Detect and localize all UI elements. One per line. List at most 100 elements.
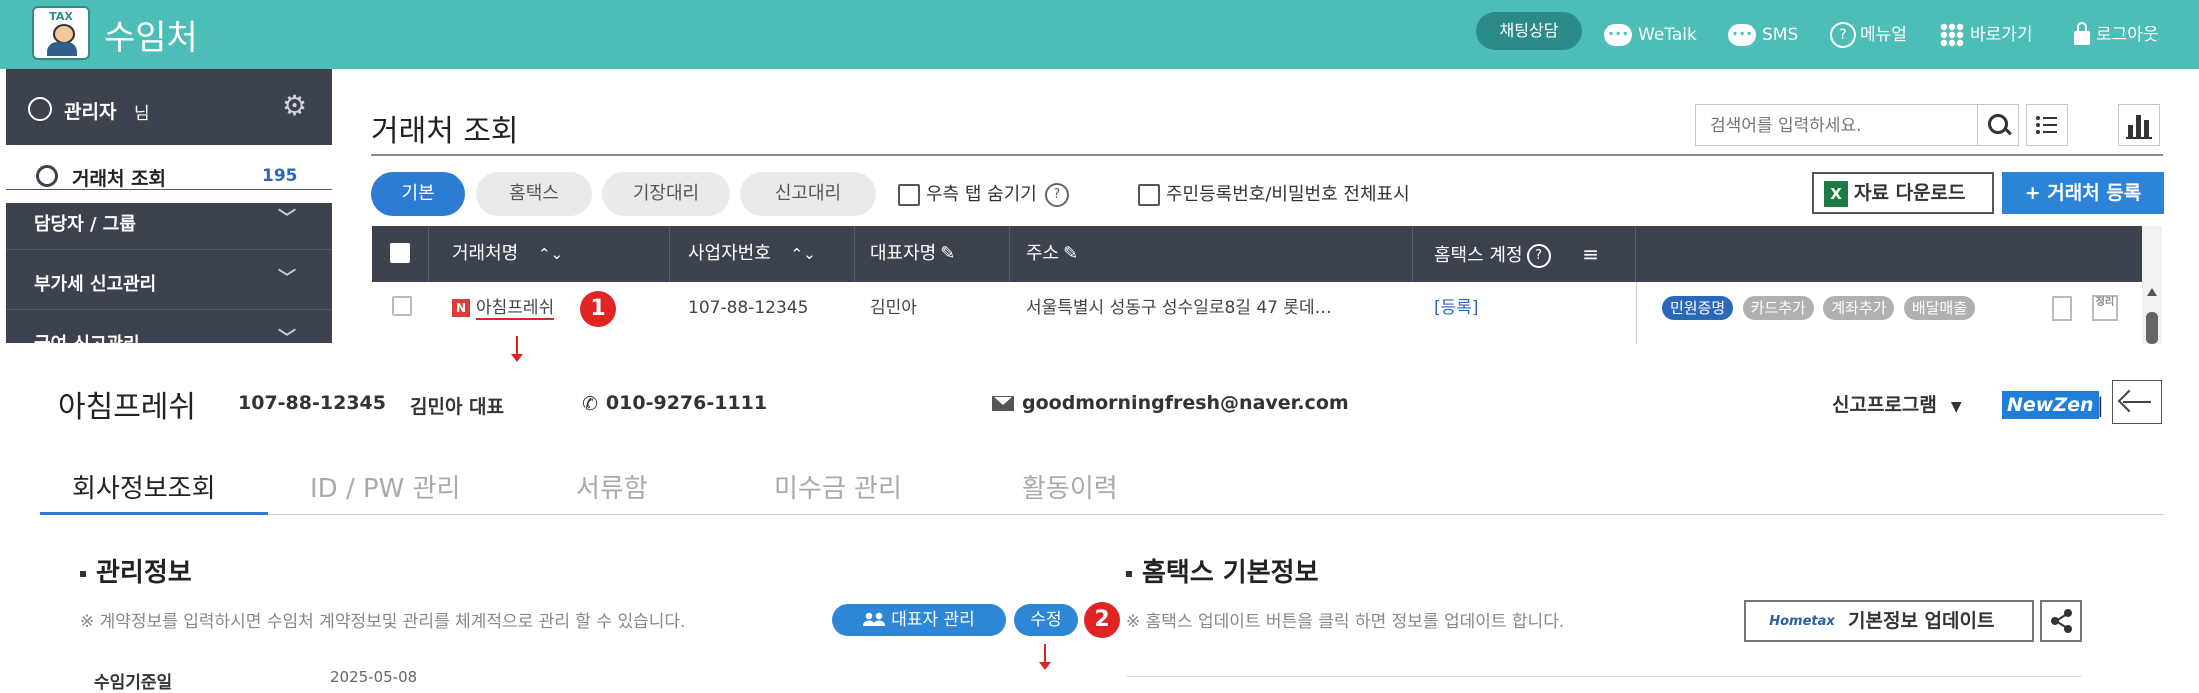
add-client-button[interactable]: + 거래처 등록 bbox=[2002, 172, 2164, 214]
detail-company-name: 아침프레쉬 bbox=[58, 390, 196, 425]
table-header: 거래처명 ⌃⌄ 사업자번호 ⌃⌄ 대표자명 ✎ 주소 ✎ 홈택스 계정? ≡ bbox=[372, 226, 2142, 282]
section-title-text: 홈택스 기본정보 bbox=[1142, 558, 1319, 588]
detail-email-value: goodmorningfresh@naver.com bbox=[1022, 392, 1349, 414]
section-divider bbox=[1126, 676, 2082, 677]
manual-link[interactable]: ? 메뉴얼 bbox=[1830, 18, 1907, 52]
step-badge-1: 1 bbox=[580, 291, 616, 327]
share-button[interactable] bbox=[2040, 600, 2082, 642]
tab-receivables[interactable]: 미수금 관리 bbox=[774, 468, 902, 505]
tab-filing[interactable]: 신고대리 bbox=[740, 172, 876, 216]
title-divider bbox=[371, 154, 2163, 156]
app-logo[interactable]: TAX bbox=[32, 6, 90, 60]
sidebar-menu-vat[interactable]: 부가세 신고관리 ﹀ bbox=[6, 249, 332, 310]
help-circle-icon[interactable]: ? bbox=[1044, 183, 1069, 207]
sidebar: 관리자 님 ⚙ 거래처 조회 195 담당자 / 그룹 ﹀ 부가세 신고관리 ﹀… bbox=[6, 69, 332, 343]
tag-card-add[interactable]: 카드추가 bbox=[1742, 296, 1814, 320]
mail-icon bbox=[992, 396, 1014, 411]
logout-link[interactable]: 로그아웃 bbox=[2074, 18, 2159, 52]
search-icon bbox=[1988, 114, 2008, 134]
tab-company-info[interactable]: 회사정보조회 bbox=[72, 468, 216, 505]
tab-bookkeeping[interactable]: 기장대리 bbox=[602, 172, 730, 216]
admin-name: 관리자 bbox=[64, 101, 117, 123]
help-circle-icon[interactable]: ? bbox=[1526, 244, 1551, 268]
edit-button[interactable]: 수정 bbox=[1014, 604, 1078, 636]
chart-view-button[interactable] bbox=[2118, 104, 2160, 146]
hide-right-tab-label: 우측 탭 숨기기 bbox=[926, 184, 1037, 205]
gear-icon[interactable]: ⚙ bbox=[282, 89, 307, 122]
rep-manage-button[interactable]: 대표자 관리 bbox=[832, 604, 1006, 636]
column-header-hometax[interactable]: 홈택스 계정? ≡ bbox=[1434, 226, 1599, 282]
separator: | bbox=[2097, 393, 2104, 417]
section-title-hometax: 홈택스 기본정보 bbox=[1126, 552, 1319, 589]
arrow-down-icon bbox=[1039, 644, 1051, 670]
chevron-down-icon: ﹀ bbox=[278, 328, 296, 343]
company-name-cell[interactable]: N 아침프레쉬 bbox=[452, 282, 555, 334]
show-all-ids-option[interactable]: 주민등록번호/비밀번호 전체표시 bbox=[1138, 180, 1410, 206]
hometax-update-label: 기본정보 업데이트 bbox=[1848, 610, 1995, 632]
tabs-divider bbox=[40, 514, 2164, 515]
caret-down-icon: ▼ bbox=[1950, 399, 1962, 415]
document-icon[interactable] bbox=[2052, 296, 2072, 321]
address-cell[interactable]: 서울특별시 성동구 성수일로8길 47 롯데… bbox=[1026, 282, 1332, 334]
download-label: 자료 다운로드 bbox=[1854, 182, 1966, 204]
grid-apps-icon bbox=[1940, 23, 1964, 47]
chat-consult-button[interactable]: 채팅상담 bbox=[1476, 12, 1582, 50]
filing-program-dropdown[interactable]: 신고프로그램 ▼ bbox=[1832, 390, 1962, 417]
sidebar-menu-staff-group[interactable]: 담당자 / 그룹 ﹀ bbox=[6, 189, 332, 250]
table-scrollbar[interactable] bbox=[2142, 226, 2162, 344]
sidebar-menu-label: 부가세 신고관리 bbox=[34, 274, 157, 295]
filter-icon[interactable]: ≡ bbox=[1582, 242, 1599, 266]
search-button[interactable] bbox=[1977, 105, 2018, 145]
scroll-up-icon[interactable] bbox=[2147, 288, 2157, 296]
client-count-badge: 195 bbox=[262, 166, 298, 186]
search-box bbox=[1695, 104, 2019, 147]
wetalk-link[interactable]: WeTalk bbox=[1604, 17, 1697, 52]
memo-icon[interactable]: 정리 bbox=[2092, 295, 2118, 321]
tab-activity-log[interactable]: 활동이력 bbox=[1022, 468, 1118, 505]
admin-suffix: 님 bbox=[134, 104, 150, 124]
row-checkbox[interactable] bbox=[392, 296, 412, 316]
hide-right-tab-option[interactable]: 우측 탭 숨기기? bbox=[898, 180, 1069, 207]
table-row[interactable]: N 아침프레쉬 107-88-12345 김민아 서울특별시 성동구 성수일로8길… bbox=[372, 282, 2142, 345]
sidebar-menu-payroll[interactable]: 급여 신고관리 ﹀ bbox=[6, 309, 332, 343]
search-input[interactable] bbox=[1696, 105, 1992, 147]
tag-civil-cert[interactable]: 민원증명 bbox=[1662, 296, 1734, 320]
excel-icon: X bbox=[1824, 180, 1848, 207]
contract-date-value: 2025-05-08 bbox=[330, 668, 418, 686]
hometax-logo: Hometax bbox=[1769, 613, 1835, 629]
sms-bubble-icon bbox=[1728, 17, 1756, 51]
column-label: 홈택스 계정 bbox=[1434, 245, 1523, 266]
hometax-note: ※ 홈택스 업데이트 버튼을 클릭 하면 정보를 업데이트 합니다. bbox=[1126, 612, 1565, 632]
tag-delivery-sales[interactable]: 배달매출 bbox=[1903, 296, 1976, 320]
sms-link[interactable]: SMS bbox=[1728, 17, 1798, 52]
shortcuts-link[interactable]: 바로가기 bbox=[1940, 18, 2033, 52]
column-header-ceo[interactable]: 대표자명 ✎ bbox=[870, 226, 955, 282]
search-icon bbox=[36, 165, 58, 187]
tab-hometax[interactable]: 홈택스 bbox=[476, 172, 592, 216]
tab-basic[interactable]: 기본 bbox=[371, 172, 465, 216]
column-header-company[interactable]: 거래처명 ⌃⌄ bbox=[452, 226, 563, 282]
scrollbar-thumb[interactable] bbox=[2146, 312, 2158, 344]
tab-id-pw[interactable]: ID / PW 관리 bbox=[310, 468, 460, 505]
active-tab-indicator bbox=[40, 512, 268, 515]
hometax-update-button[interactable]: Hometax 기본정보 업데이트 bbox=[1744, 600, 2034, 642]
select-all-checkbox[interactable] bbox=[390, 243, 410, 263]
shortcuts-label: 바로가기 bbox=[1970, 25, 2033, 45]
column-header-address[interactable]: 주소 ✎ bbox=[1026, 226, 1078, 282]
data-download-button[interactable]: X 자료 다운로드 bbox=[1812, 172, 1994, 214]
sort-icon[interactable]: ⌃⌄ bbox=[538, 245, 563, 263]
column-header-biz-no[interactable]: 사업자번호 ⌃⌄ bbox=[688, 226, 816, 282]
tab-documents[interactable]: 서류함 bbox=[576, 468, 648, 505]
list-view-button[interactable] bbox=[2026, 104, 2068, 146]
detail-biz-no: 107-88-12345 bbox=[238, 392, 386, 414]
arrow-down-icon bbox=[511, 336, 523, 362]
tag-account-add[interactable]: 계좌추가 bbox=[1823, 296, 1895, 320]
show-all-ids-checkbox[interactable] bbox=[1138, 184, 1160, 206]
hometax-register-link[interactable]: [등록] bbox=[1434, 282, 1479, 334]
sidebar-admin-header: 관리자 님 ⚙ bbox=[6, 69, 332, 145]
back-button[interactable] bbox=[2112, 380, 2162, 424]
company-name-link[interactable]: 아침프레쉬 bbox=[476, 298, 555, 320]
ceo-cell[interactable]: 김민아 bbox=[870, 282, 917, 334]
sort-icon[interactable]: ⌃⌄ bbox=[791, 245, 816, 263]
hide-right-tab-checkbox[interactable] bbox=[898, 184, 920, 206]
